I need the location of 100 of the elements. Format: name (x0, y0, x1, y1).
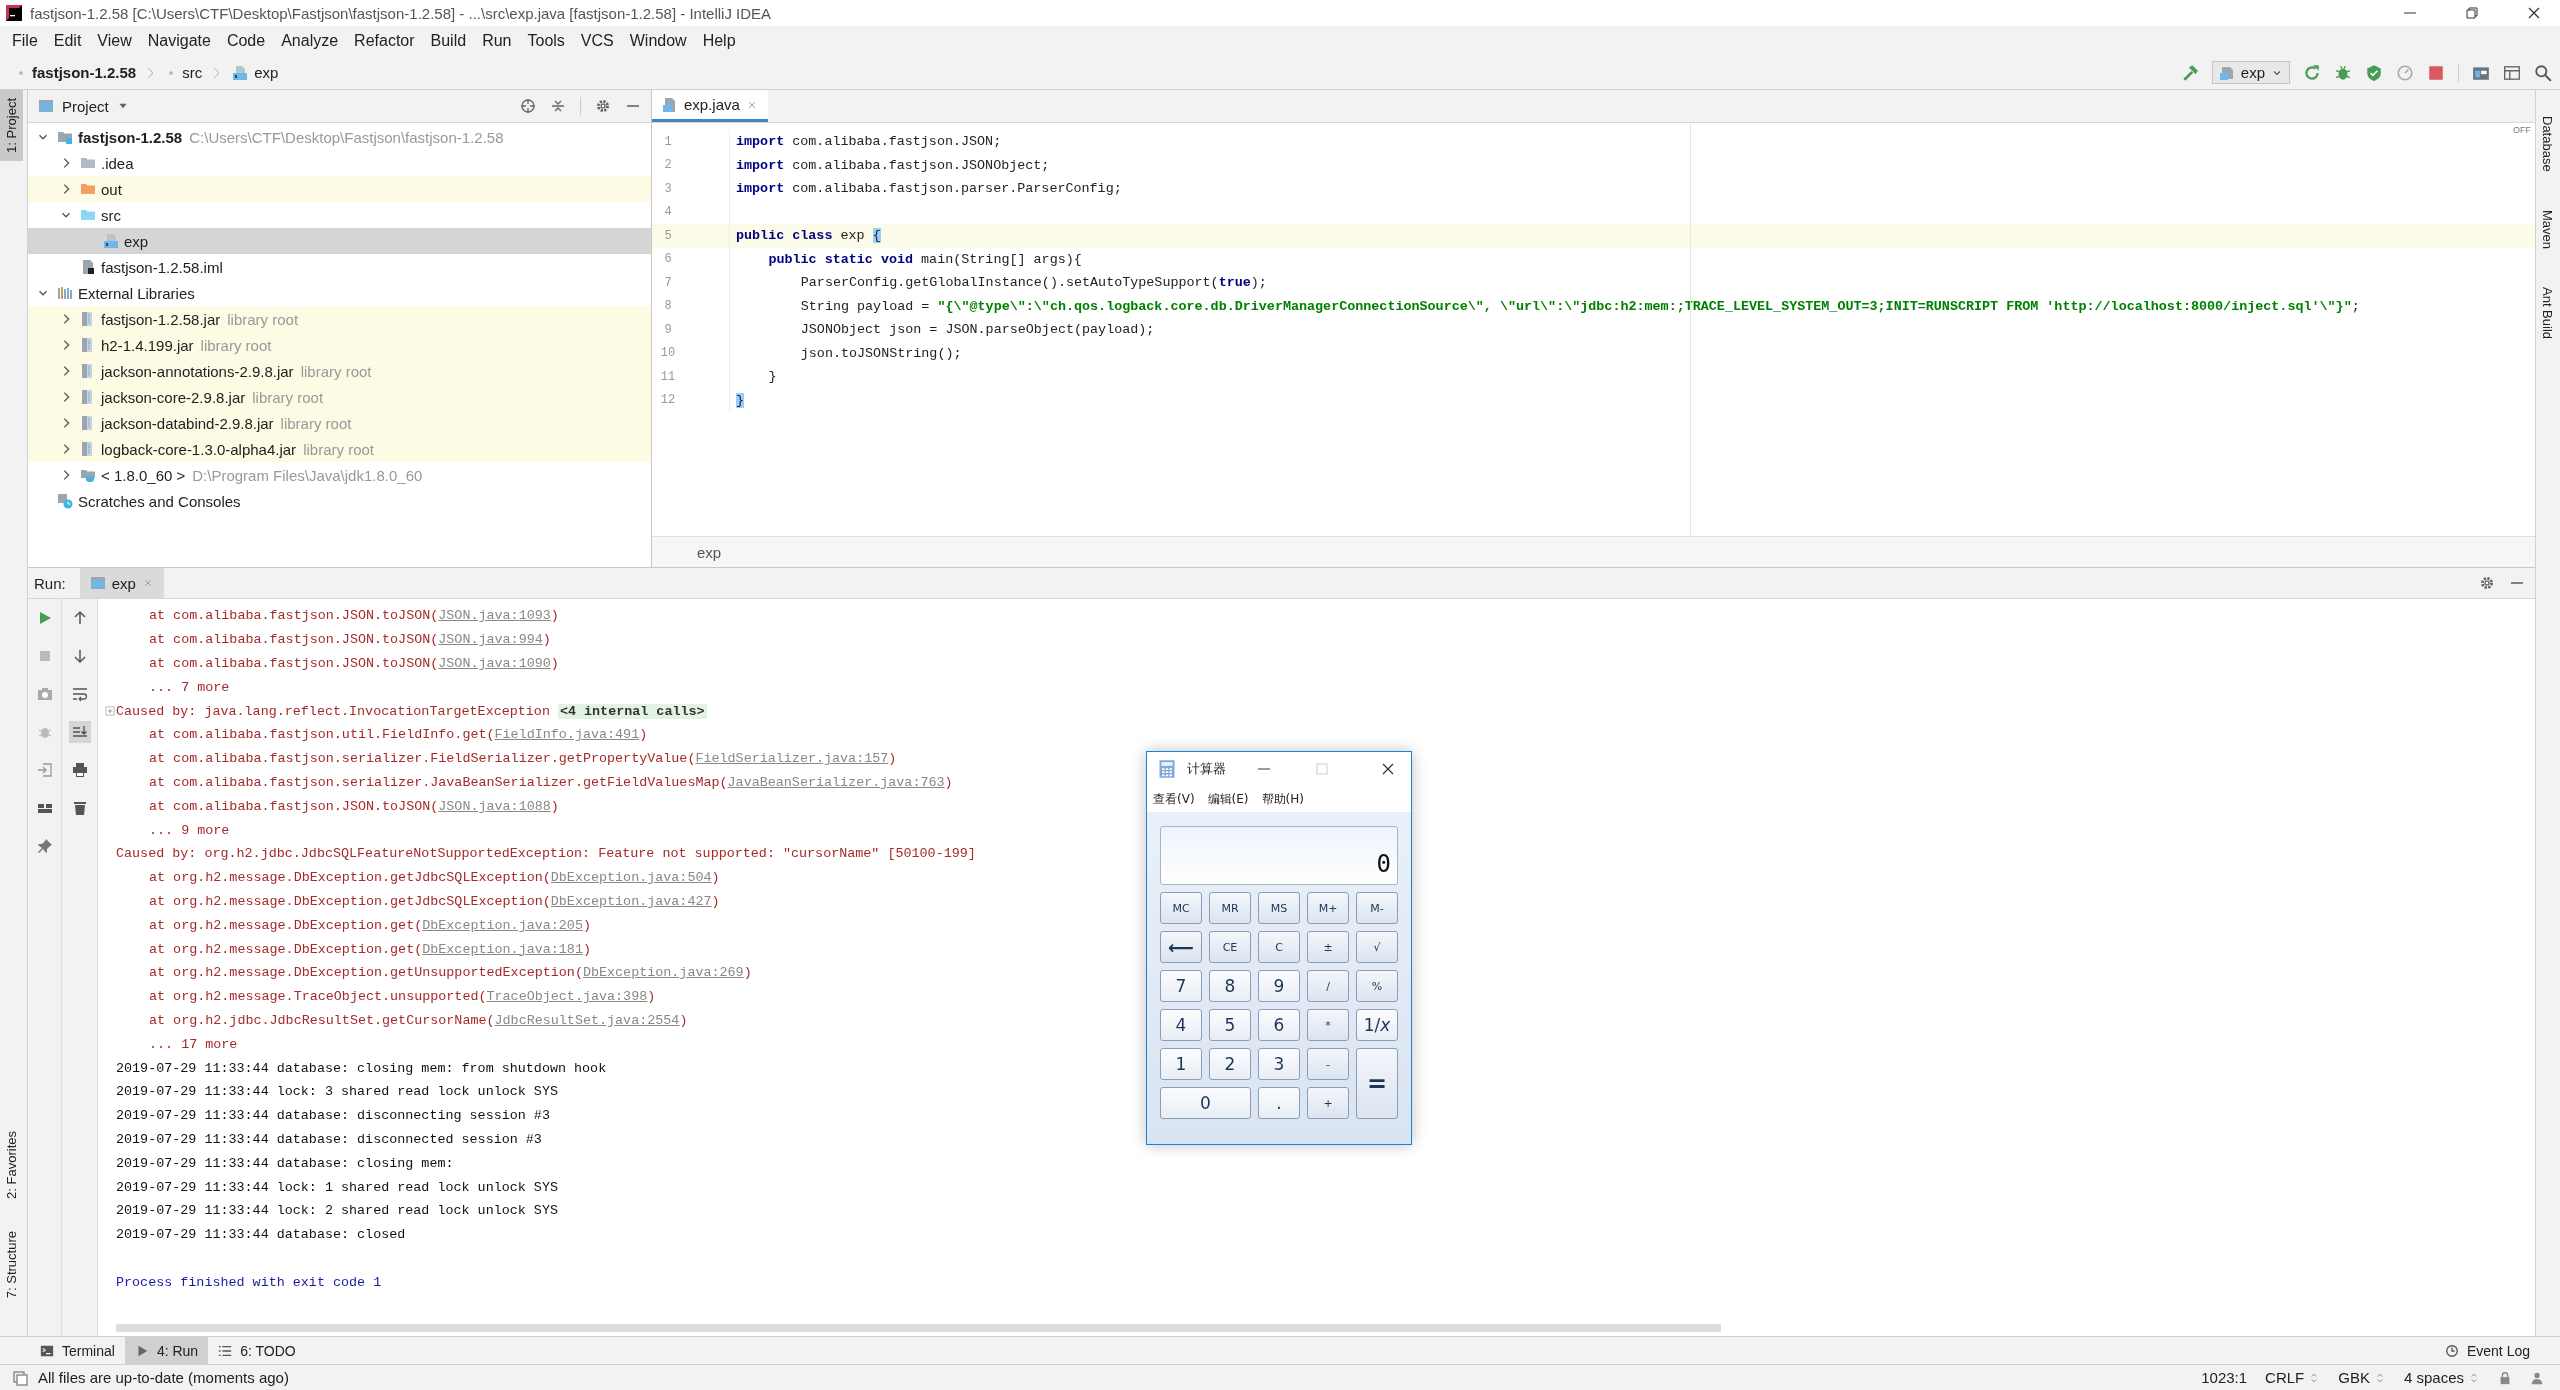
close-icon[interactable] (2526, 5, 2542, 21)
menu-item[interactable]: 帮助(H) (1261, 790, 1304, 808)
settings-icon[interactable] (2479, 575, 2495, 591)
calculator-key[interactable]: 9 (1258, 970, 1300, 1002)
source-link[interactable]: DbException.java:181 (422, 941, 583, 957)
menu-item[interactable]: VCS (572, 32, 622, 50)
shield-icon[interactable] (2365, 63, 2383, 82)
event-log-tab[interactable]: Event Log (2434, 1337, 2560, 1364)
menu-item[interactable]: Tools (519, 32, 573, 50)
person-icon[interactable] (2530, 1370, 2544, 1385)
calculator-key[interactable]: 6 (1258, 1009, 1300, 1041)
tree-item[interactable]: .idea (28, 150, 651, 176)
calculator-key[interactable]: - (1307, 1048, 1349, 1080)
menu-item[interactable]: Window (621, 32, 695, 50)
calculator-key[interactable]: M+ (1307, 892, 1349, 924)
settings-icon[interactable] (595, 98, 611, 114)
calculator-key[interactable]: 8 (1209, 970, 1251, 1002)
view-dropdown[interactable]: Project (38, 97, 129, 115)
tree-item[interactable]: src (28, 202, 651, 228)
calculator-key[interactable]: 5 (1209, 1009, 1251, 1041)
tree-item[interactable]: jackson-annotations-2.9.8.jar library root (28, 358, 651, 384)
menu-item[interactable]: View (89, 32, 140, 50)
tree-item[interactable]: Scratches and Consoles (28, 488, 651, 514)
editor-breadcrumb[interactable]: exp (697, 543, 722, 561)
encoding-selector[interactable]: GBK (2338, 1369, 2386, 1386)
menu-item[interactable]: Code (218, 32, 274, 50)
calculator-key[interactable]: + (1307, 1087, 1349, 1119)
source-link[interactable]: JSON.java:1088 (438, 798, 551, 814)
caret-position[interactable]: 1023:1 (2201, 1369, 2248, 1386)
source-link[interactable]: JdbcResultSet.java:2554 (494, 1012, 680, 1028)
calculator-key[interactable]: √ (1356, 931, 1398, 963)
close-icon[interactable] (1380, 761, 1396, 777)
layout-icon[interactable] (2503, 63, 2521, 82)
tool-window-tab[interactable]: 4: Run (124, 1337, 209, 1364)
calculator-key[interactable]: MS (1258, 892, 1300, 924)
indent-selector[interactable]: 4 spaces (2403, 1369, 2480, 1386)
tree-item[interactable]: jackson-databind-2.9.8.jar library root (28, 410, 651, 436)
source-link[interactable]: DbException.java:427 (550, 893, 712, 909)
breadcrumb[interactable]: exp (228, 64, 283, 81)
source-link[interactable]: JSON.java:1093 (438, 608, 551, 624)
tree-item[interactable]: h2-1.4.199.jar library root (28, 332, 651, 358)
line-separator-selector[interactable]: CRLF (2265, 1369, 2321, 1386)
menu-item[interactable]: Help (694, 32, 744, 50)
restore-icon[interactable] (2464, 5, 2480, 21)
menu-item[interactable]: Refactor (346, 32, 423, 50)
tree-item[interactable]: jackson-core-2.9.8.jar library root (28, 384, 651, 410)
tool-window-tab[interactable]: 1: Project (0, 90, 23, 161)
calculator-key[interactable]: % (1356, 970, 1398, 1002)
calculator-key[interactable]: MC (1160, 892, 1202, 924)
tree-item[interactable]: logback-core-1.3.0-alpha4.jar library root (28, 436, 651, 462)
calculator-key[interactable]: 7 (1160, 970, 1202, 1002)
source-link[interactable]: DbException.java:269 (582, 965, 744, 981)
tool-window-tab[interactable]: 2: Favorites (0, 1122, 23, 1207)
menu-item[interactable]: 查看(V) (1153, 790, 1195, 808)
menu-item[interactable]: File (4, 32, 46, 50)
tree-item[interactable]: < 1.8.0_60 > D:\Program Files\Java\jdk1.8.0_60 (28, 462, 651, 488)
menu-item[interactable]: Navigate (139, 32, 219, 50)
tool-window-tab[interactable]: Maven (2536, 201, 2559, 257)
calculator-key[interactable]: ⟵ (1160, 931, 1202, 963)
source-link[interactable]: JavaBeanSerializer.java:763 (727, 774, 945, 790)
run-tab[interactable]: exp (79, 568, 164, 598)
tool-window-tab[interactable]: 7: Structure (0, 1222, 23, 1306)
calculator-key[interactable]: 0 (1160, 1087, 1251, 1119)
calculator-key[interactable]: MR (1209, 892, 1251, 924)
collapse-all-icon[interactable] (550, 98, 566, 114)
status-icon[interactable] (12, 1369, 28, 1386)
inspection-status[interactable]: OFF (2513, 125, 2531, 135)
breadcrumb[interactable]: fastjson-1.2.58 (12, 64, 141, 81)
menu-item[interactable]: Edit (45, 32, 90, 50)
tool-window-tab[interactable]: 6: TODO (208, 1337, 306, 1364)
rerun-icon[interactable] (2303, 63, 2321, 82)
menu-item[interactable]: Run (474, 32, 520, 50)
scroll-to-end-icon[interactable] (68, 721, 91, 743)
calculator-key[interactable]: . (1258, 1087, 1300, 1119)
tree-item[interactable]: exp (28, 228, 651, 254)
locate-icon[interactable] (520, 98, 536, 114)
calculator-key[interactable]: CE (1209, 931, 1251, 963)
tree-item[interactable]: fastjson-1.2.58.iml (28, 254, 651, 280)
source-link[interactable]: TraceObject.java:398 (486, 989, 648, 1005)
calculator-key[interactable]: 4 (1160, 1009, 1202, 1041)
breadcrumb[interactable]: src (162, 64, 207, 81)
run-configuration-dropdown[interactable]: exp (2211, 61, 2290, 84)
stop-icon[interactable] (2427, 63, 2445, 82)
lock-icon[interactable] (2498, 1370, 2512, 1385)
menu-item[interactable]: Build (422, 32, 475, 50)
calculator-key[interactable]: = (1356, 1048, 1398, 1119)
calculator-key[interactable]: 1/x (1356, 1009, 1398, 1041)
tree-item[interactable]: out (28, 176, 651, 202)
calculator-key[interactable]: M- (1356, 892, 1398, 924)
source-link[interactable]: JSON.java:1090 (438, 656, 551, 671)
calculator-key[interactable]: 1 (1160, 1048, 1202, 1080)
calculator-key[interactable]: / (1307, 970, 1349, 1002)
tool-window-tab[interactable]: Ant Build (2536, 278, 2559, 347)
tool-window-tab[interactable]: Database (2536, 108, 2559, 180)
calculator-key[interactable]: 2 (1209, 1048, 1251, 1080)
bug-icon[interactable] (2334, 63, 2352, 82)
source-link[interactable]: FieldInfo.java:491 (494, 727, 640, 743)
tool-window-tab[interactable]: Terminal (30, 1337, 125, 1364)
source-link[interactable]: DbException.java:205 (422, 917, 583, 933)
folded-calls[interactable]: <4 internal calls> (557, 703, 707, 719)
